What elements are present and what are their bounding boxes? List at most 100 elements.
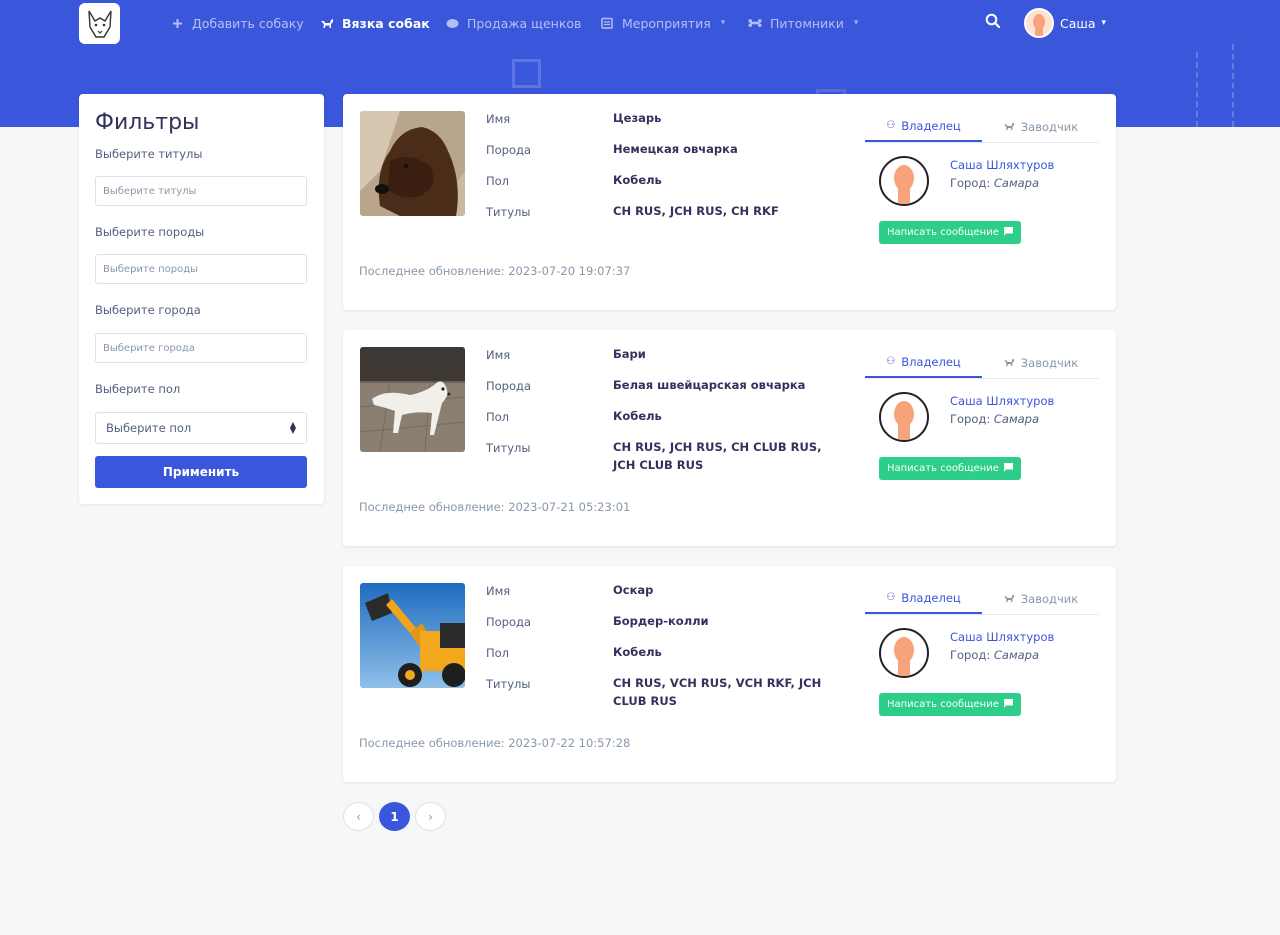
- sex-select-value: Выберите пол: [106, 421, 192, 435]
- dog-name: Бари: [613, 347, 646, 361]
- nav-add-dog[interactable]: Добавить собаку: [170, 14, 304, 32]
- nav-kennels[interactable]: Питомники ▾: [748, 14, 858, 32]
- name-label: Имя: [486, 112, 511, 126]
- chevron-down-icon: ▾: [1101, 18, 1107, 28]
- select-arrows-icon: ▲ ▼: [289, 420, 296, 435]
- owner-avatar: [879, 156, 929, 206]
- dog-card: Имя Цезарь Порода Немецкая овчарка Пол К…: [343, 94, 1116, 310]
- dog-logo-icon: [87, 10, 112, 38]
- cities-input[interactable]: Выберите города: [95, 333, 307, 363]
- send-message-button[interactable]: Написать сообщение: [879, 221, 1021, 244]
- decor-square: [512, 59, 541, 88]
- name-label: Имя: [486, 348, 511, 362]
- dog-sex: Кобель: [613, 409, 662, 423]
- filters-panel: Фильтры Выберите титулы Выберите титулы …: [79, 94, 324, 504]
- send-message-button[interactable]: Написать сообщение: [879, 457, 1021, 480]
- tab-breeder-label: Заводчик: [1020, 591, 1079, 606]
- user-name: Саша: [1060, 15, 1096, 31]
- user-menu[interactable]: Саша ▾: [1024, 8, 1106, 38]
- contact-tabs: ⚇ Владелец Заводчик: [865, 111, 1099, 143]
- apply-button[interactable]: Применить: [95, 456, 307, 488]
- site-logo[interactable]: [79, 3, 120, 44]
- sex-select[interactable]: Выберите пол ▲ ▼: [95, 412, 307, 444]
- last-updated: Последнее обновление: 2023-07-20 19:07:3…: [359, 264, 631, 278]
- owner-name-link[interactable]: Саша Шляхтуров: [950, 630, 1054, 644]
- chat-icon: [1003, 226, 1013, 239]
- tab-owner[interactable]: ⚇ Владелец: [865, 111, 982, 142]
- chevron-down-icon: ▾: [720, 18, 726, 28]
- chevron-down-icon: ▾: [853, 18, 859, 28]
- pagination: ‹ 1 ›: [343, 802, 446, 831]
- dog-icon: [320, 16, 334, 30]
- dog-sex: Кобель: [613, 173, 662, 187]
- send-message-button[interactable]: Написать сообщение: [879, 693, 1021, 716]
- kennel-icon: [748, 16, 762, 30]
- breeds-input[interactable]: Выберите породы: [95, 254, 307, 284]
- chat-icon: [1003, 698, 1013, 711]
- titles-label: Титулы: [486, 677, 531, 691]
- dog-name: Цезарь: [613, 111, 662, 125]
- titles-label: Титулы: [486, 441, 531, 455]
- dog-titles: CH RUS, VCH RUS, VCH RKF, JCH CLUB RUS: [613, 676, 822, 708]
- titles-label: Выберите титулы: [95, 147, 203, 161]
- cities-label: Выберите города: [95, 303, 201, 317]
- last-updated: Последнее обновление: 2023-07-22 10:57:2…: [359, 736, 631, 750]
- next-page-button[interactable]: ›: [415, 802, 446, 831]
- search-icon[interactable]: [985, 13, 1003, 31]
- owner-name-link[interactable]: Саша Шляхтуров: [950, 158, 1054, 172]
- tab-breeder-label: Заводчик: [1020, 355, 1079, 370]
- owner-avatar: [879, 392, 929, 442]
- tab-breeder[interactable]: Заводчик: [982, 347, 1099, 378]
- dog-photo[interactable]: [360, 347, 465, 452]
- nav-puppy-sale[interactable]: Продажа щенков: [445, 14, 581, 32]
- filters-title: Фильтры: [95, 110, 200, 135]
- nav-puppy-sale-label: Продажа щенков: [467, 15, 582, 31]
- page-1-button[interactable]: 1: [379, 802, 410, 831]
- nav-breeding[interactable]: Вязка собак: [320, 14, 430, 32]
- plus-icon: [170, 16, 184, 30]
- calendar-icon: [600, 16, 614, 30]
- titles-label: Титулы: [486, 205, 531, 219]
- dog-breed: Бордер-колли: [613, 614, 709, 628]
- tab-breeder-label: Заводчик: [1020, 119, 1079, 134]
- tab-owner[interactable]: ⚇ Владелец: [865, 347, 982, 378]
- send-message-label: Написать сообщение: [887, 699, 999, 710]
- avatar: [1024, 8, 1054, 38]
- dog-card: Имя Оскар Порода Бордер-колли Пол Кобель…: [343, 566, 1116, 782]
- city-label: Город:: [950, 412, 991, 426]
- dog-sex: Кобель: [613, 645, 662, 659]
- nav-breeding-label: Вязка собак: [342, 15, 430, 31]
- dog-photo[interactable]: [360, 111, 465, 216]
- city-value: Самара: [993, 648, 1040, 662]
- city-value: Самара: [993, 176, 1040, 190]
- titles-input[interactable]: Выберите титулы: [95, 176, 307, 206]
- owner-icon: ⚇: [886, 120, 896, 131]
- decor-line: [1232, 44, 1234, 127]
- tab-owner[interactable]: ⚇ Владелец: [865, 583, 982, 614]
- nav-add-dog-label: Добавить собаку: [192, 15, 304, 31]
- contact-tabs: ⚇ Владелец Заводчик: [865, 583, 1099, 615]
- dog-icon: [1003, 120, 1015, 134]
- dog-card: Имя Бари Порода Белая швейцарская овчарк…: [343, 330, 1116, 546]
- owner-name-link[interactable]: Саша Шляхтуров: [950, 394, 1054, 408]
- send-message-label: Написать сообщение: [887, 227, 999, 238]
- prev-page-button[interactable]: ‹: [343, 802, 374, 831]
- decor-line: [1196, 52, 1198, 127]
- tab-owner-label: Владелец: [901, 590, 961, 605]
- owner-icon: ⚇: [886, 356, 896, 367]
- tab-breeder[interactable]: Заводчик: [982, 111, 1099, 142]
- last-updated: Последнее обновление: 2023-07-21 05:23:0…: [359, 500, 631, 514]
- tab-breeder[interactable]: Заводчик: [982, 583, 1099, 614]
- nav-events[interactable]: Мероприятия ▾: [600, 14, 725, 32]
- owner-city: Город: Самара: [950, 412, 1039, 426]
- city-label: Город:: [950, 176, 991, 190]
- dog-icon: [1003, 356, 1015, 370]
- dog-titles: CH RUS, JCH RUS, CH CLUB RUS, JCH CLUB R…: [613, 440, 822, 472]
- contact-tabs: ⚇ Владелец Заводчик: [865, 347, 1099, 379]
- owner-city: Город: Самара: [950, 176, 1039, 190]
- tab-owner-label: Владелец: [901, 354, 961, 369]
- owner-icon: ⚇: [886, 592, 896, 603]
- dog-photo[interactable]: [360, 583, 465, 688]
- send-message-label: Написать сообщение: [887, 463, 999, 474]
- dog-titles: CH RUS, JCH RUS, CH RKF: [613, 204, 779, 218]
